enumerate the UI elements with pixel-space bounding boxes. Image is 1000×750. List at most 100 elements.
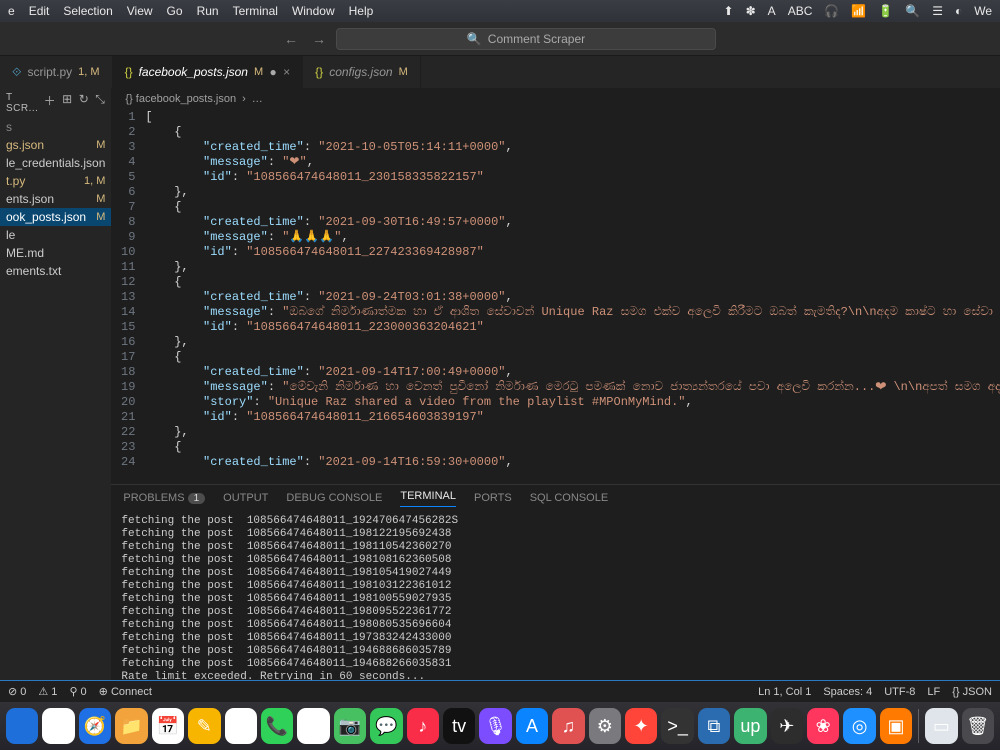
explorer-file[interactable]: ements.txt	[0, 262, 111, 280]
editor-tab[interactable]: ⟐script.py1, M	[0, 56, 113, 88]
code-line[interactable]: "id": "108566474648011_227423369428987"	[145, 245, 1000, 260]
code-line[interactable]: "id": "108566474648011_216654603839197"	[145, 410, 1000, 425]
dock-util-icon[interactable]: 🗑	[962, 708, 994, 744]
terminal-output[interactable]: fetching the post 108566474648011_192470…	[111, 511, 1000, 680]
nav-forward-icon[interactable]: →	[312, 31, 326, 47]
dock-app-icon[interactable]: up	[734, 708, 766, 744]
menu-e[interactable]: e	[8, 4, 15, 18]
code-line[interactable]: "created_time": "2021-09-14T16:59:30+000…	[145, 455, 1000, 470]
code-line[interactable]: "created_time": "2021-09-14T17:00:49+000…	[145, 365, 1000, 380]
collapse-icon[interactable]: ⤡	[95, 92, 105, 114]
new-folder-icon[interactable]: ⊞	[62, 92, 73, 114]
dock-app-icon[interactable]: ◎	[843, 708, 875, 744]
menubar-status-icon[interactable]: ☰	[932, 4, 943, 18]
status-cursor[interactable]: Ln 1, Col 1	[758, 686, 811, 698]
menu-run[interactable]: Run	[197, 4, 219, 18]
menu-edit[interactable]: Edit	[29, 4, 50, 18]
explorer-file[interactable]: le_credentials.json	[0, 154, 111, 172]
dock-app-icon[interactable]: 💬	[370, 708, 402, 744]
dock-app-icon[interactable]	[225, 708, 257, 744]
code-line[interactable]: "message": "🙏🙏🙏",	[145, 230, 1000, 245]
panel-tab-debug-console[interactable]: DEBUG CONSOLE	[286, 492, 382, 504]
menu-help[interactable]: Help	[349, 4, 374, 18]
menubar-status-icon[interactable]: We	[974, 4, 992, 18]
dock-app-icon[interactable]: ❀	[807, 708, 839, 744]
code-line[interactable]: "created_time": "2021-10-05T05:14:11+000…	[145, 140, 1000, 155]
dock-app-icon[interactable]: tv	[443, 708, 475, 744]
menubar-status-icon[interactable]: 🔋	[878, 4, 893, 18]
panel-tab-ports[interactable]: PORTS	[474, 492, 512, 504]
panel-tab-output[interactable]: OUTPUT	[223, 492, 268, 504]
explorer-file[interactable]: t.py1, M	[0, 172, 111, 190]
status-errors[interactable]: ⊘ 0	[8, 685, 26, 698]
dock-app-icon[interactable]: ⧉	[698, 708, 730, 744]
dock-app-icon[interactable]: A	[516, 708, 548, 744]
menu-selection[interactable]: Selection	[63, 4, 112, 18]
code-line[interactable]: {	[145, 200, 1000, 215]
menubar-status-icon[interactable]: ⬆	[724, 4, 734, 18]
dock-app-icon[interactable]: >_	[661, 708, 693, 744]
code-line[interactable]: {	[145, 350, 1000, 365]
breadcrumb-file[interactable]: {} facebook_posts.json	[125, 93, 236, 105]
editor-tab[interactable]: {}facebook_posts.jsonM●×	[113, 56, 304, 88]
status-indent[interactable]: Spaces: 4	[823, 686, 872, 698]
explorer-file[interactable]: ook_posts.jsonM	[0, 208, 111, 226]
status-encoding[interactable]: UTF-8	[884, 686, 915, 698]
dock-app-icon[interactable]: ♪	[407, 708, 439, 744]
editor-tab[interactable]: {}configs.jsonM	[303, 56, 421, 88]
menubar-status-icon[interactable]: ✽	[746, 4, 756, 18]
dock-app-icon[interactable]: 🧭	[79, 708, 111, 744]
new-file-icon[interactable]: ＋	[44, 92, 57, 114]
status-lang[interactable]: {} JSON	[952, 686, 992, 698]
code-line[interactable]: "id": "108566474648011_223000363204621"	[145, 320, 1000, 335]
command-center[interactable]: 🔍 Comment Scraper	[336, 28, 716, 50]
dock-app-icon[interactable]: ▣	[880, 708, 912, 744]
dock-app-icon[interactable]: ✎	[188, 708, 220, 744]
code-line[interactable]: "story": "Unique Raz shared a video from…	[145, 395, 1000, 410]
explorer-file[interactable]: ents.jsonM	[0, 190, 111, 208]
dock-app-icon[interactable]: ✦	[625, 708, 657, 744]
dock-app-icon[interactable]: 📷	[334, 708, 366, 744]
dock-app-icon[interactable]: ✈	[771, 708, 803, 744]
menu-go[interactable]: Go	[167, 4, 183, 18]
status-eol[interactable]: LF	[927, 686, 940, 698]
code-line[interactable]: "created_time": "2021-09-30T16:49:57+000…	[145, 215, 1000, 230]
menubar-status-icon[interactable]: 📶	[851, 4, 866, 18]
code-line[interactable]: "message": "❤",	[145, 155, 1000, 170]
menubar-status-icon[interactable]: A	[768, 4, 776, 18]
nav-back-icon[interactable]: ←	[284, 31, 298, 47]
dock-util-icon[interactable]: ▭	[925, 708, 957, 744]
code-line[interactable]: "id": "108566474648011_230158335822157"	[145, 170, 1000, 185]
explorer-file[interactable]: ME.md	[0, 244, 111, 262]
code-line[interactable]: },	[145, 425, 1000, 440]
menubar-status-icon[interactable]: 🔍	[905, 4, 920, 18]
menu-view[interactable]: View	[127, 4, 153, 18]
panel-tab-terminal[interactable]: TERMINAL	[400, 490, 456, 507]
dock-app-icon[interactable]	[6, 708, 38, 744]
code-line[interactable]: },	[145, 260, 1000, 275]
code-line[interactable]: "message": "ඔබගේ නිර්මාණාත්මක හා ඒ ආශිත …	[145, 305, 1000, 320]
menu-terminal[interactable]: Terminal	[233, 4, 278, 18]
explorer-file[interactable]: gs.jsonM	[0, 136, 111, 154]
code-line[interactable]: "message": "මේවැනි නිර්මාණ හා වෙනත් පුවී…	[145, 380, 1000, 395]
explorer-file[interactable]: le	[0, 226, 111, 244]
dock-app-icon[interactable]: 📅	[152, 708, 184, 744]
dock-app-icon[interactable]: 📞	[261, 708, 293, 744]
refresh-icon[interactable]: ↻	[79, 92, 90, 114]
breadcrumb-more[interactable]: …	[252, 93, 263, 105]
breadcrumbs[interactable]: {} facebook_posts.json › …	[111, 88, 1000, 110]
menu-window[interactable]: Window	[292, 4, 335, 18]
explorer-file[interactable]: s	[0, 118, 111, 136]
dock-app-icon[interactable]: 🗺	[297, 708, 329, 744]
panel-tab-sql-console[interactable]: SQL CONSOLE	[530, 492, 608, 504]
dock-app-icon[interactable]: 📁	[115, 708, 147, 744]
status-warnings[interactable]: ⚠ 1	[38, 685, 57, 698]
close-tab-icon[interactable]: ×	[283, 65, 290, 79]
code-line[interactable]: [	[145, 110, 1000, 125]
menubar-status-icon[interactable]: 🎧	[824, 4, 839, 18]
code-line[interactable]: "created_time": "2021-09-24T03:01:38+000…	[145, 290, 1000, 305]
code-line[interactable]: },	[145, 185, 1000, 200]
code-editor[interactable]: 123456789101112131415161718192021222324 …	[111, 110, 1000, 484]
dock-app-icon[interactable]: ⚙	[589, 708, 621, 744]
dock-app-icon[interactable]: ✉	[42, 708, 74, 744]
